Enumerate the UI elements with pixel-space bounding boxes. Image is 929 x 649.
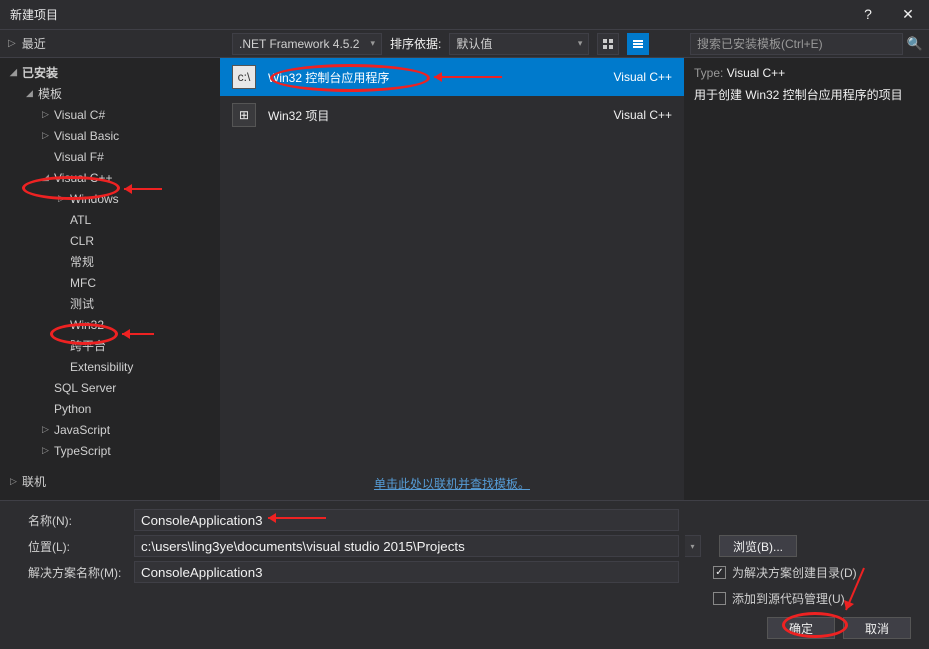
template-list-panel: c:\ Win32 控制台应用程序 Visual C++ ⊞ Win32 项目 … [220, 58, 684, 500]
sort-value: 默认值 [456, 35, 492, 52]
titlebar: 新建项目 ? ✕ [0, 0, 929, 30]
solution-input[interactable] [134, 561, 679, 583]
type-label: Type: [694, 66, 723, 80]
search-placeholder: 搜索已安装模板(Ctrl+E) [697, 35, 823, 52]
chevron-right-icon[interactable]: ▷ [8, 38, 16, 49]
sidebar-item-ext[interactable]: Extensibility [0, 356, 220, 377]
sidebar-item-installed[interactable]: ◢已安装 [0, 62, 220, 83]
sidebar-item-python[interactable]: Python [0, 398, 220, 419]
location-dropdown[interactable]: ▾ [685, 535, 701, 557]
name-label: 名称(N): [8, 512, 128, 529]
sidebar-item-sql[interactable]: SQL Server [0, 377, 220, 398]
chevron-down-icon: ▾ [370, 38, 375, 49]
sidebar-item-windows[interactable]: ▷Windows [0, 188, 220, 209]
win32-project-icon: ⊞ [232, 103, 256, 127]
sidebar-item-mfc[interactable]: MFC [0, 272, 220, 293]
sort-label: 排序依据: [390, 35, 441, 52]
find-templates-link[interactable]: 单击此处以联机并查找模板。 [220, 467, 684, 500]
details-panel: Type: Visual C++ 用于创建 Win32 控制台应用程序的项目 [684, 58, 929, 500]
view-list-button[interactable] [627, 33, 649, 55]
template-item-win32-console[interactable]: c:\ Win32 控制台应用程序 Visual C++ [220, 58, 684, 96]
ok-button[interactable]: 确定 [767, 617, 835, 639]
framework-dropdown[interactable]: .NET Framework 4.5.2 ▾ [232, 33, 382, 55]
sidebar-item-vb[interactable]: ▷Visual Basic [0, 125, 220, 146]
sidebar-item-test[interactable]: 测试 [0, 293, 220, 314]
view-grid-button[interactable] [597, 33, 619, 55]
cancel-button[interactable]: 取消 [843, 617, 911, 639]
template-name: Win32 项目 [268, 107, 592, 124]
template-name: Win32 控制台应用程序 [268, 69, 592, 86]
sidebar: ◢已安装 ◢模板 ▷Visual C# ▷Visual Basic Visual… [0, 58, 220, 500]
sort-dropdown[interactable]: 默认值 ▾ [449, 33, 589, 55]
createdir-checkbox[interactable] [713, 566, 726, 579]
sidebar-item-js[interactable]: ▷JavaScript [0, 419, 220, 440]
sidebar-item-ts[interactable]: ▷TypeScript [0, 440, 220, 461]
template-description: 用于创建 Win32 控制台应用程序的项目 [694, 86, 919, 103]
template-item-win32-project[interactable]: ⊞ Win32 项目 Visual C++ [220, 96, 684, 134]
sidebar-item-templates[interactable]: ◢模板 [0, 83, 220, 104]
sidebar-item-crossplat[interactable]: 跨平台 [0, 335, 220, 356]
addsource-checkbox[interactable] [713, 592, 726, 605]
search-input[interactable]: 搜索已安装模板(Ctrl+E) [690, 33, 903, 55]
sidebar-item-general[interactable]: 常规 [0, 251, 220, 272]
template-lang: Visual C++ [592, 108, 672, 122]
sidebar-item-atl[interactable]: ATL [0, 209, 220, 230]
solution-label: 解决方案名称(M): [8, 564, 128, 581]
name-input[interactable] [134, 509, 679, 531]
createdir-label: 为解决方案创建目录(D) [732, 564, 857, 581]
sidebar-item-clr[interactable]: CLR [0, 230, 220, 251]
recent-tab[interactable]: 最近 [22, 35, 46, 52]
framework-value: .NET Framework 4.5.2 [239, 37, 359, 51]
location-label: 位置(L): [8, 538, 128, 555]
close-icon[interactable]: ✕ [893, 6, 923, 23]
template-lang: Visual C++ [592, 70, 672, 84]
search-icon[interactable]: 🔍 [907, 36, 923, 52]
sidebar-item-vcpp[interactable]: ◢Visual C++ [0, 167, 220, 188]
chevron-down-icon: ▾ [578, 38, 583, 49]
sidebar-item-fsharp[interactable]: Visual F# [0, 146, 220, 167]
sidebar-item-online[interactable]: ▷联机 [0, 471, 220, 492]
template-list: c:\ Win32 控制台应用程序 Visual C++ ⊞ Win32 项目 … [220, 58, 684, 467]
dialog-title: 新建项目 [10, 6, 58, 23]
main-area: ◢已安装 ◢模板 ▷Visual C# ▷Visual Basic Visual… [0, 58, 929, 500]
type-value: Visual C++ [727, 66, 785, 80]
location-input[interactable] [134, 535, 679, 557]
console-app-icon: c:\ [232, 65, 256, 89]
window-controls: ? ✕ [853, 6, 923, 23]
browse-button[interactable]: 浏览(B)... [719, 535, 797, 557]
addsource-label: 添加到源代码管理(U) [732, 590, 845, 607]
sidebar-item-win32[interactable]: Win32 [0, 314, 220, 335]
help-icon[interactable]: ? [853, 6, 883, 23]
toolbar: ▷ 最近 .NET Framework 4.5.2 ▾ 排序依据: 默认值 ▾ … [0, 30, 929, 58]
sidebar-item-csharp[interactable]: ▷Visual C# [0, 104, 220, 125]
bottom-form: 名称(N): 位置(L): ▾ 浏览(B)... 解决方案名称(M): 为解决方… [0, 500, 929, 649]
